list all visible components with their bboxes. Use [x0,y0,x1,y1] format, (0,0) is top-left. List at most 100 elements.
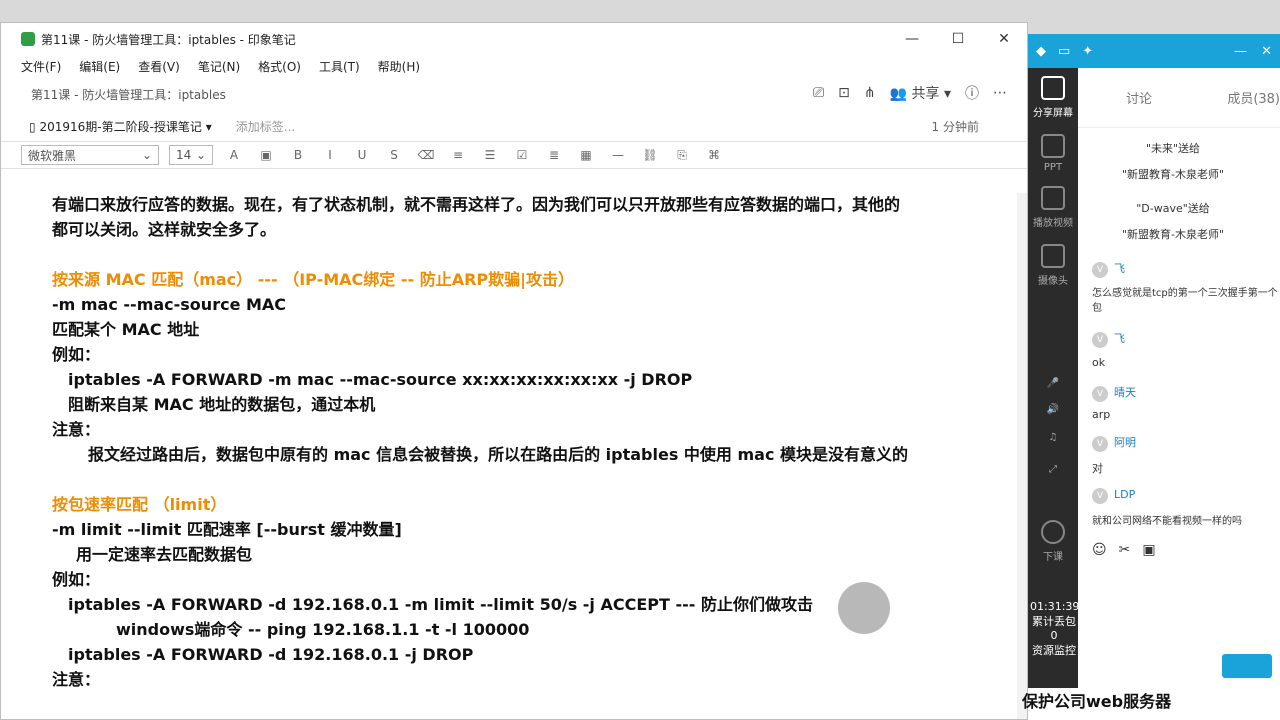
camera-button[interactable]: 摄像头 [1028,244,1078,287]
fullscreen-icon[interactable]: ⤢ [1028,464,1078,475]
chat-message: 就和公司网络不能看视频一样的吗 [1092,516,1242,527]
avatar: V [1092,436,1108,452]
tab-discussion[interactable]: 讨论 [1126,88,1152,107]
menu-edit[interactable]: 编辑(E) [79,58,120,75]
camera-icon [1041,244,1065,268]
pin-icon[interactable]: ✦ [1082,44,1093,59]
text-color-icon[interactable]: A [223,148,245,162]
minimize-panel-button[interactable]: — [1234,44,1247,59]
emoji-icon[interactable]: ☺ [1092,542,1107,558]
chat-user: V 阿明 [1092,434,1136,452]
title-bar: 第11课 - 防火墙管理工具：iptables - 印象笔记 — ☐ ✕ [1,23,1027,55]
menu-tools[interactable]: 工具(T) [319,58,360,75]
note-line [52,242,1026,267]
menu-file[interactable]: 文件(F) [21,58,61,75]
checkbox-icon[interactable]: ☑ [511,148,533,162]
menu-help[interactable]: 帮助(H) [378,58,420,75]
note-line: iptables -A FORWARD -m mac --mac-source … [68,370,693,389]
chat-tabs: 讨论 成员(38) [1078,68,1280,128]
table-icon[interactable]: ▦ [575,148,597,162]
chat-username: 阿明 [1114,436,1136,449]
menu-format[interactable]: 格式(O) [258,58,301,75]
notebook-row: ▯ 201916期-第二阶段-授课笔记 ▾ 添加标签... 1 分钟前 [1,111,1027,141]
folder-icon[interactable]: ▭ [1058,44,1070,59]
send-button[interactable] [1222,654,1272,678]
bold-icon[interactable]: B [287,148,309,162]
maximize-button[interactable]: ☐ [935,23,981,55]
add-tag-input[interactable]: 添加标签... [236,118,295,135]
chat-panel: 讨论 成员(38) "未来"送给 "新盟教育-木泉老师" "D-wave"送给 … [1078,68,1280,688]
note-breadcrumb-title: 第11课 - 防火墙管理工具：iptables [31,87,226,102]
play-icon [1041,186,1065,210]
share-screen-icon [1041,76,1065,100]
bulleted-list-icon[interactable]: ≡ [447,148,469,162]
gift-message: "未来"送给 [1145,142,1201,155]
chat-username: 飞 [1114,332,1125,345]
menu-note[interactable]: 笔记(N) [198,58,240,75]
chat-user: V LDP [1092,488,1135,504]
gift-message: "新盟教育-木泉老师" [1121,228,1225,241]
ppt-icon [1041,134,1065,158]
scissors-icon[interactable]: ✂ [1119,542,1131,558]
clear-format-icon[interactable]: ⌫ [415,148,437,162]
gift-message: "D-wave"送给 [1136,202,1210,215]
presentation-icon[interactable]: ⎚ [813,85,824,101]
note-line: 有端口来放行应答的数据。现在，有了状态机制，就不需再这样了。因为我们可以只开放那… [52,195,901,214]
mouse-cursor-highlight [838,582,890,634]
speaker-icon[interactable]: 🔊 [1028,404,1078,415]
chat-username: 飞 [1114,262,1125,275]
align-icon[interactable]: ≣ [543,148,565,162]
rail-label: PPT [1043,162,1063,173]
resource-monitor-link[interactable]: 资源监控 [1030,642,1078,658]
rail-label: 分享屏幕 [1033,108,1073,119]
highlight-icon[interactable]: ▣ [255,148,277,162]
play-video-button[interactable]: 播放视频 [1028,186,1078,229]
share-node-icon[interactable]: ⋔ [864,85,876,101]
live-icon[interactable]: ◆ [1036,44,1046,59]
italic-icon[interactable]: I [319,148,341,162]
attachment-icon[interactable]: ⎘ [671,148,693,163]
note-line: 例如： [52,345,101,364]
note-line: -m limit --limit 匹配速率 [--burst 缓冲数量] [52,520,402,539]
people-icon: 👥 [889,86,908,102]
share-button[interactable]: 👥 共享 ▾ [890,83,951,103]
overlay-caption: 保护公司web服务器 [1022,692,1172,711]
ppt-button[interactable]: PPT [1028,134,1078,173]
rail-label: 下课 [1043,552,1063,563]
note-line: iptables -A FORWARD -d 192.168.0.1 -j DR… [68,645,474,664]
note-line: 匹配某个 MAC 地址 [52,320,200,339]
close-panel-button[interactable]: ✕ [1261,44,1272,59]
code-icon[interactable]: ⌘ [703,148,725,162]
more-icon[interactable]: ⋯ [993,85,1007,101]
minimize-button[interactable]: — [889,23,935,55]
microphone-icon[interactable]: 🎤 [1028,378,1078,389]
classroom-topbar: ◆ ▭ ✦ — ✕ [1028,34,1280,68]
menu-view[interactable]: 查看(V) [138,58,180,75]
chat-username: 晴天 [1114,386,1136,399]
numbered-list-icon[interactable]: ☰ [479,148,501,162]
font-family-select[interactable]: 微软雅黑 ⌄ [21,145,159,165]
tab-members[interactable]: 成员(38) [1227,88,1280,107]
chat-user: V飞 [1092,330,1125,348]
note-body[interactable]: 有端口来放行应答的数据。现在，有了状态机制，就不需再这样了。因为我们可以只开放那… [0,192,1026,720]
chevron-down-icon: ⌄ [195,148,206,162]
strikethrough-icon[interactable]: S [383,148,405,162]
music-icon[interactable]: ♫ [1028,432,1078,443]
close-button[interactable]: ✕ [981,23,1027,55]
info-icon[interactable]: ⓘ [965,83,979,103]
evernote-logo-icon [21,32,35,46]
chat-icon[interactable]: ⊡ [838,85,850,101]
chat-user: V 晴天 [1092,384,1136,402]
timer-packet-loss: 累计丢包 0 [1032,615,1076,642]
underline-icon[interactable]: U [351,148,373,162]
note-header: 第11课 - 防火墙管理工具：iptables ⎚ ⊡ ⋔ 👥 共享 ▾ ⓘ ⋯ [1,77,1027,111]
end-class-button[interactable]: 下课 [1028,520,1078,563]
font-size-select[interactable]: 14 ⌄ [169,145,213,165]
chat-user: V飞 [1092,260,1125,278]
notebook-selector[interactable]: ▯ 201916期-第二阶段-授课笔记 ▾ [29,118,212,135]
image-icon[interactable]: ▣ [1142,542,1155,558]
divider-icon[interactable]: — [607,148,629,162]
link-icon[interactable]: ⛓ [639,148,661,162]
share-screen-button[interactable]: 分享屏幕 [1028,76,1078,119]
note-line: 注意： [52,420,101,439]
